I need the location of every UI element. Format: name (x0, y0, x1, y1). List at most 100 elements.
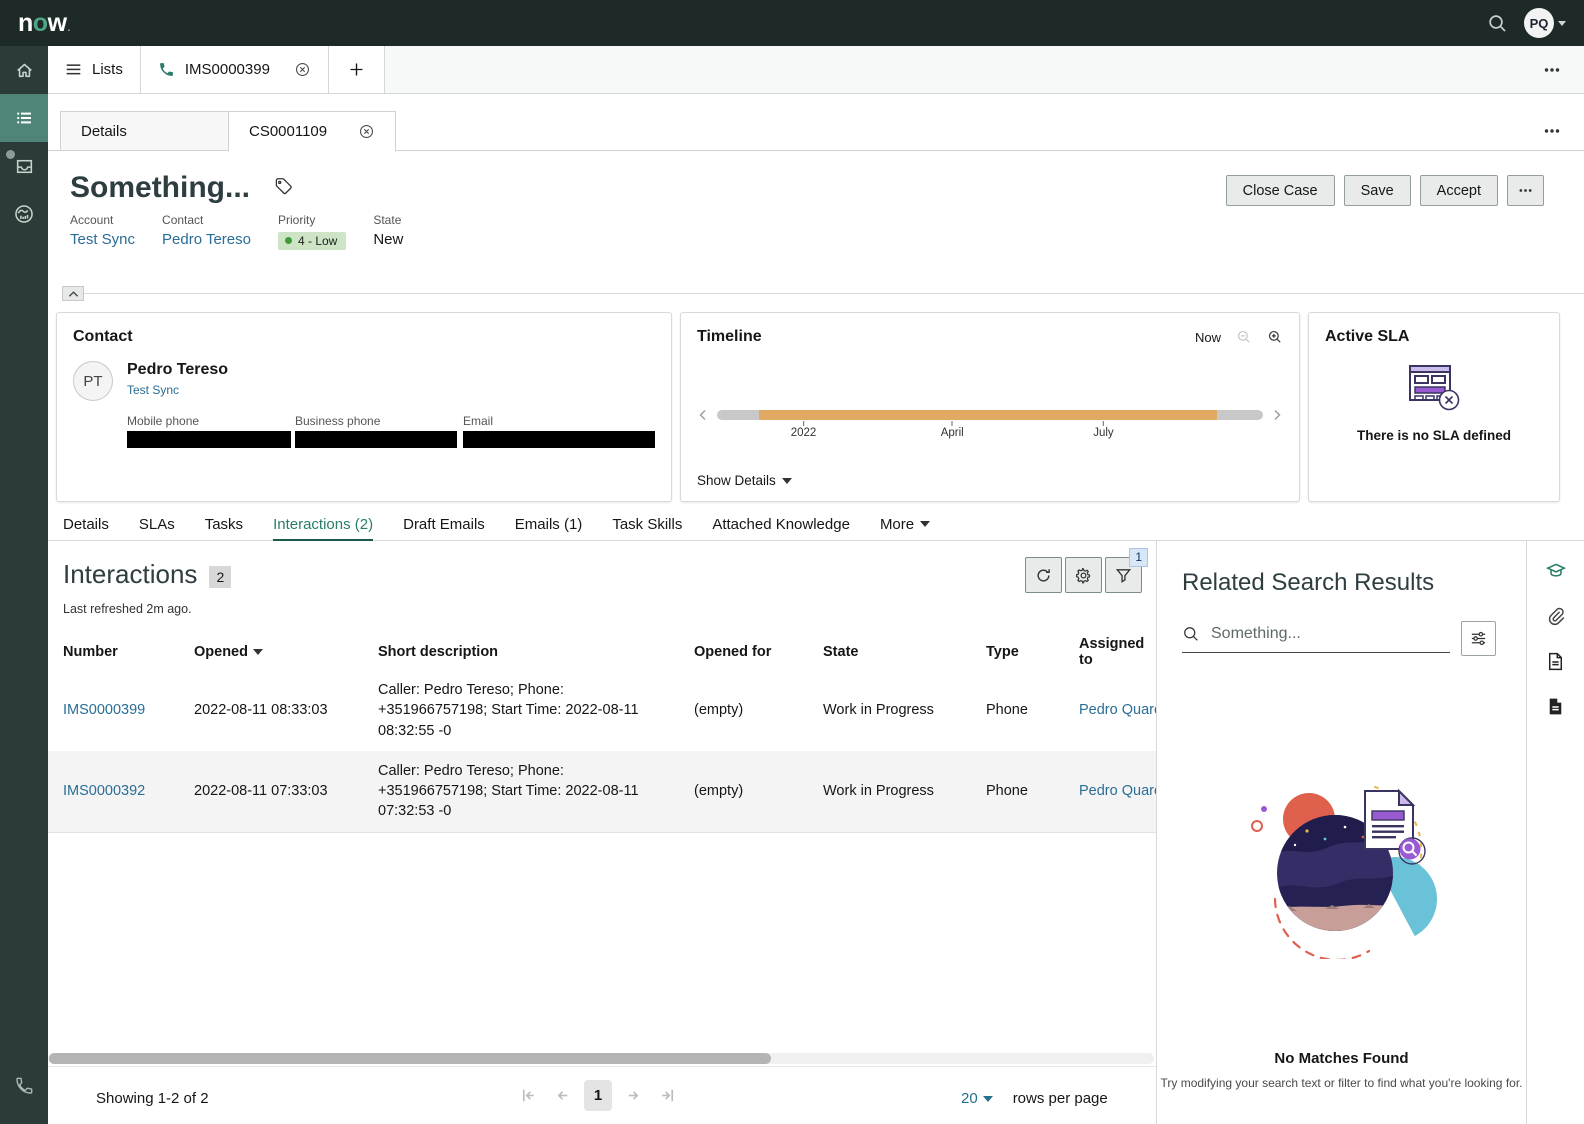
workspace-tabs-more-button[interactable] (1542, 60, 1562, 80)
table-row[interactable]: IMS0000399 2022-08-11 08:33:03 Caller: P… (48, 670, 1156, 751)
tag-icon[interactable] (274, 177, 293, 196)
tab-label: Details (81, 122, 127, 140)
column-opened[interactable]: Opened (194, 644, 378, 660)
sidebar-item-lists[interactable] (0, 94, 48, 142)
tab-draft-emails[interactable]: Draft Emails (403, 508, 485, 541)
field-priority: Priority 4 - Low (277, 213, 347, 250)
subtab-details[interactable]: Details (60, 111, 228, 151)
sidebar-item-home[interactable] (0, 46, 48, 94)
contact-link[interactable]: Pedro Tereso (162, 231, 251, 248)
pagination: 1 (516, 1080, 680, 1111)
no-results-illustration (1250, 786, 1437, 959)
record-number-link[interactable]: IMS0000399 (63, 702, 145, 718)
tab-tasks[interactable]: Tasks (205, 508, 243, 541)
subtab-case[interactable]: CS0001109 (228, 111, 396, 152)
record-number-link[interactable]: IMS0000392 (63, 783, 145, 799)
close-case-button[interactable]: Close Case (1225, 175, 1335, 206)
page-size-select[interactable]: 20 (961, 1090, 993, 1107)
current-page[interactable]: 1 (584, 1080, 612, 1111)
timeline-next-icon[interactable] (1271, 409, 1283, 421)
column-opened-for[interactable]: Opened for (694, 644, 823, 660)
table-row[interactable]: IMS0000392 2022-08-11 07:33:03 Caller: P… (48, 750, 1156, 833)
contact-account-link[interactable]: Test Sync (127, 383, 179, 397)
accept-button[interactable]: Accept (1419, 175, 1498, 206)
horizontal-scrollbar[interactable] (48, 1053, 1154, 1064)
field-state: State New (373, 213, 403, 250)
field-label: Priority (277, 213, 316, 227)
record-tabs: Details SLAs Tasks Interactions (2) Draf… (48, 508, 1584, 542)
refresh-button[interactable] (1025, 557, 1062, 593)
field-label: Business phone (295, 414, 381, 428)
field-mobile-phone: Mobile phone (127, 414, 295, 448)
tab-interactions[interactable]: Interactions (2) (273, 508, 374, 542)
account-link[interactable]: Test Sync (70, 231, 135, 248)
last-refreshed: Last refreshed 2m ago. (63, 602, 192, 616)
previous-page-button[interactable] (550, 1083, 575, 1108)
field-contact: Contact Pedro Tereso (162, 213, 251, 250)
case-more-button[interactable] (1507, 175, 1544, 206)
show-details-toggle[interactable]: Show Details (697, 473, 792, 488)
timeline-track[interactable] (717, 410, 1263, 420)
new-tab-button[interactable] (328, 46, 385, 93)
attachments-button[interactable] (1543, 604, 1568, 629)
no-sla-message: There is no SLA defined (1356, 428, 1512, 443)
filter-button[interactable]: 1 (1105, 548, 1148, 593)
servicenow-logo[interactable]: now. (18, 9, 70, 38)
column-short-description[interactable]: Short description (378, 644, 694, 660)
chevron-down-icon (982, 1095, 993, 1102)
scrollbar-thumb[interactable] (49, 1053, 771, 1064)
search-icon[interactable] (1487, 13, 1508, 34)
tab-more[interactable]: More (879, 508, 931, 541)
search-filter-button[interactable] (1461, 621, 1496, 656)
column-type[interactable]: Type (986, 644, 1079, 660)
save-button[interactable]: Save (1343, 175, 1411, 206)
column-number[interactable]: Number (63, 644, 194, 660)
panel-title: Related Search Results (1182, 569, 1435, 596)
details-doc-button[interactable] (1543, 694, 1568, 719)
first-page-button[interactable] (516, 1083, 541, 1108)
rows-per-page-label: rows per page (1012, 1090, 1108, 1107)
related-search-input[interactable]: Something... (1182, 625, 1450, 653)
user-menu[interactable]: PQ (1524, 8, 1566, 38)
tab-details[interactable]: Details (63, 508, 109, 541)
app-sidebar (0, 46, 48, 1124)
tab-label: More (879, 515, 915, 533)
sidebar-item-performance[interactable] (0, 190, 48, 238)
tab-lists[interactable]: Lists (48, 46, 141, 93)
close-icon[interactable] (336, 123, 375, 140)
assigned-to-link[interactable]: Pedro Quare (1079, 783, 1156, 799)
zoom-out-icon[interactable] (1236, 329, 1252, 345)
field-label: Mobile phone (127, 414, 200, 428)
zoom-in-icon[interactable] (1267, 329, 1283, 345)
redacted-value (127, 431, 291, 448)
sidebar-item-phone[interactable] (0, 1062, 48, 1110)
timeline-prev-icon[interactable] (697, 409, 709, 421)
avatar[interactable]: PQ (1524, 8, 1554, 38)
last-page-button[interactable] (655, 1083, 680, 1108)
phone-icon (14, 1076, 34, 1096)
knowledge-button[interactable] (1543, 558, 1569, 584)
notes-button[interactable] (1543, 649, 1568, 674)
settings-button[interactable] (1065, 557, 1102, 593)
column-assigned-to[interactable]: Assigned to (1079, 636, 1156, 668)
timeline-now-label[interactable]: Now (1195, 330, 1221, 345)
card-title: Timeline (697, 328, 762, 345)
case-title: Something... (70, 171, 250, 204)
collapse-header-button[interactable] (62, 286, 84, 301)
tab-attached-knowledge[interactable]: Attached Knowledge (712, 508, 850, 541)
short-description-cell: Caller: Pedro Tereso; Phone: +3519667571… (378, 762, 639, 820)
assigned-to-link[interactable]: Pedro Quare (1079, 702, 1156, 718)
logo-letter: n (18, 8, 33, 37)
tab-record-ims[interactable]: IMS0000399 (140, 46, 329, 93)
tab-slas[interactable]: SLAs (139, 508, 175, 541)
chevron-up-icon (68, 290, 78, 297)
next-page-button[interactable] (621, 1083, 646, 1108)
short-description-cell: Caller: Pedro Tereso; Phone: +3519667571… (378, 682, 639, 739)
sidebar-item-inbox[interactable] (0, 142, 48, 190)
tab-task-skills[interactable]: Task Skills (612, 508, 682, 541)
close-icon[interactable] (294, 61, 311, 78)
list-icon (14, 108, 34, 128)
column-state[interactable]: State (823, 644, 986, 660)
tab-emails[interactable]: Emails (1) (515, 508, 583, 541)
subtabs-more-button[interactable] (1542, 121, 1562, 141)
